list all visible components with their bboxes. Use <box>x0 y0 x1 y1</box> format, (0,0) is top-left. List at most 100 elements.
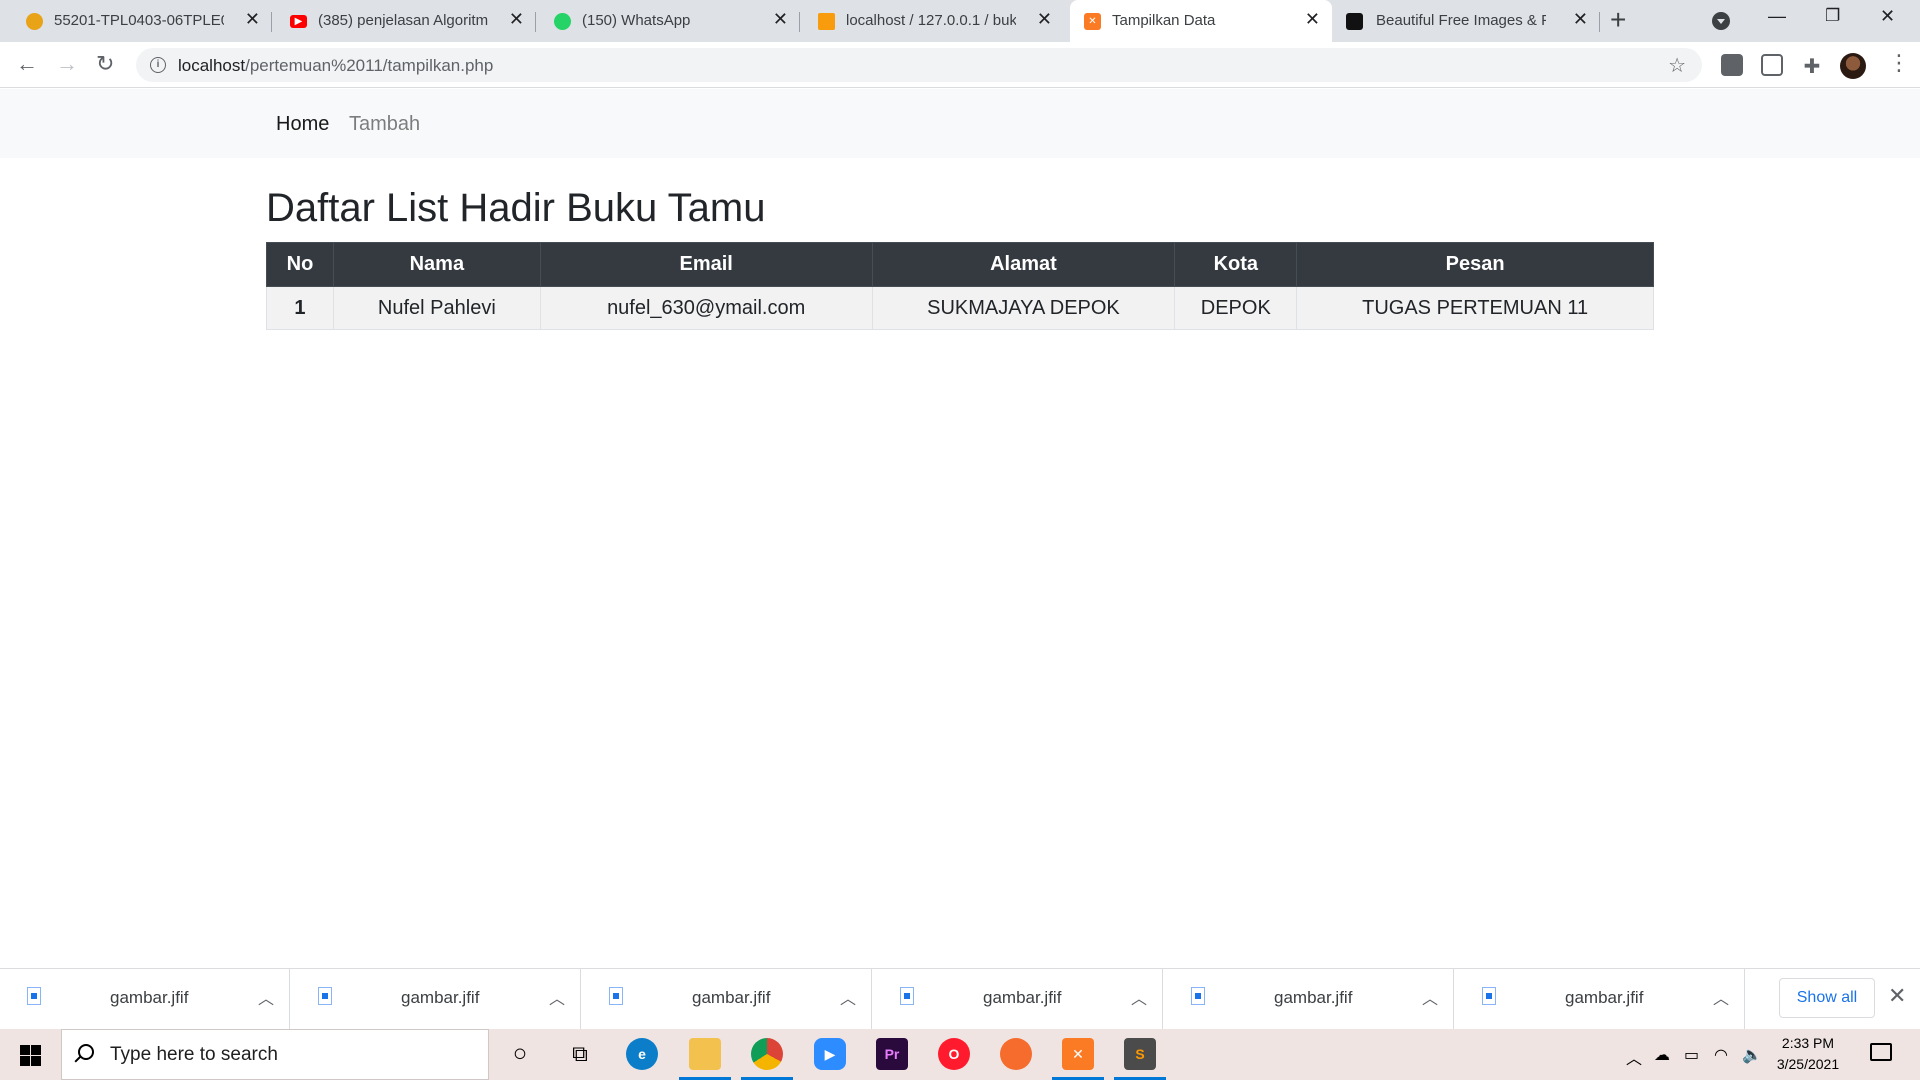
page-title: Daftar List Hadir Buku Tamu <box>266 186 766 230</box>
phpmyadmin-icon <box>818 13 835 30</box>
tab-youtube[interactable]: ▶ (385) penjelasan Algoritma P ✕ <box>264 0 536 42</box>
tab-whatsapp[interactable]: (150) WhatsApp ✕ <box>528 0 800 42</box>
tab-moodle[interactable]: 55201-TPL0403-06TPLE016- ✕ <box>0 0 272 42</box>
avatar[interactable] <box>1840 53 1866 79</box>
download-item[interactable]: gambar.jfif ︿ <box>291 969 581 1029</box>
restore-icon[interactable]: ❐ <box>1825 6 1840 26</box>
info-icon[interactable]: i <box>150 57 166 73</box>
tab-title: 55201-TPL0403-06TPLE016- <box>54 12 224 29</box>
url-path: /pertemuan%2011/tampilkan.php <box>245 56 494 75</box>
tab-phpmyadmin[interactable]: localhost / 127.0.0.1 / buku ✕ <box>792 0 1064 42</box>
taskbar-search[interactable]: Type here to search <box>61 1029 489 1080</box>
file-icon <box>318 987 332 1005</box>
wifi-icon[interactable]: ◠ <box>1714 1045 1728 1065</box>
cortana-icon[interactable]: ○ <box>504 1038 536 1070</box>
chevron-up-icon[interactable]: ︿ <box>840 985 856 1009</box>
show-all-button[interactable]: Show all <box>1779 978 1875 1018</box>
close-icon[interactable]: ✕ <box>1573 10 1588 28</box>
close-icon[interactable]: ✕ <box>1305 10 1320 28</box>
xampp-icon: ✕ <box>1084 13 1101 30</box>
edge-icon[interactable]: e <box>626 1038 658 1070</box>
clock-time: 2:33 PM <box>1781 1035 1835 1051</box>
chevron-up-icon[interactable]: ︿ <box>1422 985 1438 1009</box>
windows-start-icon[interactable] <box>20 1045 41 1066</box>
tab-divider <box>1599 12 1600 32</box>
column-header-kota: Kota <box>1174 242 1298 287</box>
chevron-up-icon[interactable]: ︿ <box>549 985 565 1009</box>
bookmark-star-icon[interactable]: ☆ <box>1668 53 1686 78</box>
battery-icon[interactable]: ▭ <box>1684 1045 1699 1065</box>
download-item[interactable]: gambar.jfif ︿ <box>873 969 1163 1029</box>
xampp-icon[interactable]: ✕ <box>1062 1038 1094 1070</box>
chevron-up-icon[interactable]: ︿ <box>1131 985 1147 1009</box>
back-icon[interactable]: ← <box>16 51 38 77</box>
file-icon <box>27 987 41 1005</box>
chevron-up-icon[interactable]: ︿ <box>258 985 274 1009</box>
youtube-icon: ▶ <box>290 15 307 28</box>
download-filename: gambar.jfif <box>401 988 480 1007</box>
cell-no: 1 <box>266 286 334 330</box>
zoom-icon[interactable]: ▶ <box>814 1038 846 1070</box>
chevron-up-icon[interactable]: ︿ <box>1713 985 1729 1009</box>
window-close-icon[interactable]: ✕ <box>1880 6 1895 27</box>
sublime-icon[interactable]: S <box>1124 1038 1156 1070</box>
more-menu-icon[interactable]: ⋮ <box>1888 50 1910 76</box>
cell-nama: Nufel Pahlevi <box>332 286 541 330</box>
download-item[interactable]: gambar.jfif ︿ <box>582 969 872 1029</box>
reload-icon[interactable]: ↻ <box>96 51 114 77</box>
premiere-icon[interactable]: Pr <box>876 1038 908 1070</box>
tab-unsplash[interactable]: Beautiful Free Images & Pic ✕ <box>1338 0 1600 42</box>
file-icon <box>1191 987 1205 1005</box>
puzzle-icon[interactable]: ✚ <box>1801 54 1823 78</box>
origin-icon[interactable] <box>1000 1038 1032 1070</box>
taskbar: Type here to search ○ ⧉ e ▶ Pr O ✕ S ︿ ☁… <box>0 1029 1920 1080</box>
column-header-alamat: Alamat <box>871 242 1176 287</box>
page-navbar: Home Tambah <box>0 89 1920 158</box>
task-view-icon[interactable]: ⧉ <box>564 1038 596 1070</box>
onedrive-icon[interactable]: ☁ <box>1654 1045 1670 1065</box>
address-bar[interactable]: i localhost/pertemuan%2011/tampilkan.php… <box>136 48 1702 82</box>
nav-home-link[interactable]: Home <box>276 113 329 136</box>
tab-title: Beautiful Free Images & Pic <box>1376 12 1546 29</box>
extension-icon[interactable] <box>1761 54 1783 76</box>
close-icon[interactable]: ✕ <box>245 10 260 28</box>
new-tab-button[interactable]: + <box>1610 6 1626 34</box>
cell-pesan: TUGAS PERTEMUAN 11 <box>1296 286 1654 330</box>
download-filename: gambar.jfif <box>692 988 771 1007</box>
volume-icon[interactable]: 🔈 <box>1742 1045 1762 1065</box>
file-explorer-icon[interactable] <box>689 1038 721 1070</box>
file-icon <box>1482 987 1496 1005</box>
download-filename: gambar.jfif <box>1274 988 1353 1007</box>
system-clock[interactable]: 2:33 PM 3/25/2021 <box>1768 1033 1848 1075</box>
download-item[interactable]: gambar.jfif ︿ <box>0 969 290 1029</box>
table-row: 1 Nufel Pahlevi nufel_630@ymail.com SUKM… <box>266 286 1654 330</box>
column-header-nama: Nama <box>332 242 541 287</box>
tab-title: localhost / 127.0.0.1 / buku <box>846 12 1016 29</box>
cell-email: nufel_630@ymail.com <box>539 286 873 330</box>
unsplash-icon <box>1346 13 1363 30</box>
tab-tampilkan-data[interactable]: ✕ Tampilkan Data ✕ <box>1070 0 1332 42</box>
cell-alamat: SUKMAJAYA DEPOK <box>871 286 1176 330</box>
nav-tambah-link[interactable]: Tambah <box>349 113 420 136</box>
extension-icon[interactable] <box>1721 54 1743 76</box>
close-icon[interactable]: ✕ <box>1037 10 1052 28</box>
minimize-icon[interactable]: — <box>1768 6 1786 27</box>
close-icon[interactable]: ✕ <box>509 10 524 28</box>
whatsapp-icon <box>554 13 571 30</box>
close-icon[interactable]: ✕ <box>773 10 788 28</box>
close-shelf-icon[interactable]: ✕ <box>1888 983 1906 1009</box>
opera-icon[interactable]: O <box>938 1038 970 1070</box>
table-header-row: No Nama Email Alamat Kota Pesan <box>266 242 1654 287</box>
download-item[interactable]: gambar.jfif ︿ <box>1164 969 1454 1029</box>
cell-kota: DEPOK <box>1174 286 1298 330</box>
chrome-icon[interactable] <box>751 1038 783 1070</box>
browser-toolbar: ← → ↻ i localhost/pertemuan%2011/tampilk… <box>0 42 1920 88</box>
clock-date: 3/25/2021 <box>1776 1056 1840 1072</box>
tray-chevron-up-icon[interactable]: ︿ <box>1626 1045 1642 1069</box>
notification-icon[interactable] <box>1870 1043 1892 1061</box>
download-item[interactable]: gambar.jfif ︿ <box>1455 969 1745 1029</box>
forward-icon[interactable]: → <box>56 51 78 77</box>
tab-search-icon[interactable] <box>1712 12 1730 30</box>
column-header-no: No <box>266 242 334 287</box>
tab-title: (150) WhatsApp <box>582 12 691 29</box>
